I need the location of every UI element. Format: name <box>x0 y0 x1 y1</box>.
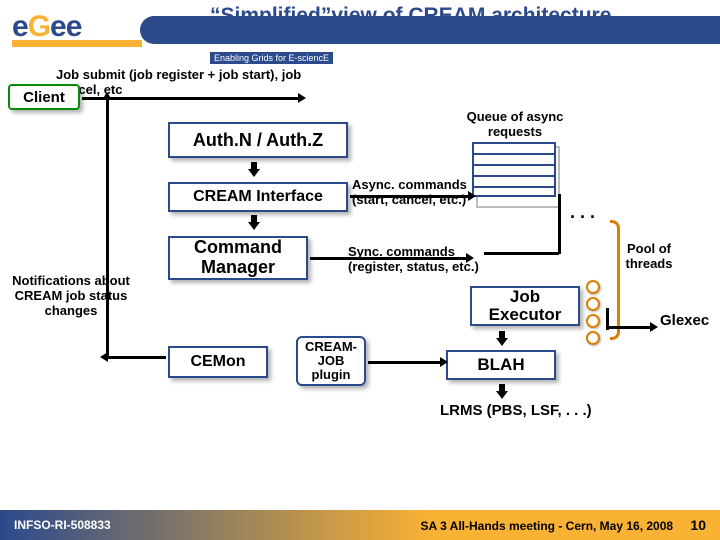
connector-line <box>106 356 166 359</box>
lrms-label: LRMS (PBS, LSF, . . .) <box>440 402 592 419</box>
slide-title: “Simplified”view of CREAM architecture <box>210 4 611 28</box>
thread-icon <box>586 331 600 345</box>
notifications-label: Notifications about CREAM job status cha… <box>6 274 136 319</box>
connector-line <box>106 98 109 358</box>
authn-box: Auth.N / Auth.Z <box>168 122 348 158</box>
pool-label: Pool of threads <box>614 242 684 272</box>
thread-icon <box>586 280 600 294</box>
down-arrow-icon <box>248 162 260 178</box>
blah-box: BLAH <box>446 350 556 380</box>
cream-job-plugin-box: CREAM-JOB plugin <box>296 336 366 386</box>
logo-letter-e1: e <box>12 10 28 43</box>
queue-graphic <box>472 142 556 204</box>
arrowhead-icon <box>468 191 476 201</box>
thread-pool-graphic <box>586 280 600 345</box>
architecture-diagram: Job submit (job register + job start), j… <box>0 70 720 490</box>
job-executor-box: Job Executor <box>470 286 580 326</box>
logo-letter-e2: e <box>50 10 66 43</box>
arrowhead-icon <box>466 253 474 263</box>
slide-subtitle: Enabling Grids for E-sciencE <box>210 52 333 64</box>
arrowhead-icon <box>440 357 448 367</box>
queue-label: Queue of async requests <box>460 110 570 140</box>
command-manager-box: Command Manager <box>168 236 308 280</box>
arrowhead-icon <box>100 352 108 362</box>
footer-meeting-info: SA 3 All-Hands meeting - Cern, May 16, 2… <box>421 517 706 533</box>
egee-logo: eGee <box>12 10 162 65</box>
connector-line <box>310 257 468 260</box>
footer-project-id: INFSO-RI-508833 <box>14 518 111 532</box>
arrowhead-icon <box>298 93 306 103</box>
arrowhead-icon <box>650 322 658 332</box>
footer-meeting-text: SA 3 All-Hands meeting - Cern, May 16, 2… <box>421 519 674 533</box>
footer-page-number: 10 <box>690 517 706 533</box>
connector-line <box>484 252 559 255</box>
arrowhead-icon <box>102 92 112 100</box>
client-box: Client <box>8 84 80 110</box>
pool-bracket <box>610 220 620 340</box>
connector-line <box>558 194 561 254</box>
slide-header: eGee “Simplified”view of CREAM architect… <box>0 0 720 70</box>
down-arrow-icon <box>248 215 260 231</box>
connector-line <box>82 97 302 100</box>
ellipsis-label: . . . <box>570 202 595 223</box>
cream-interface-box: CREAM Interface <box>168 182 348 212</box>
thread-icon <box>586 297 600 311</box>
down-arrow-icon <box>496 331 508 347</box>
glexec-label: Glexec <box>660 312 709 329</box>
logo-letter-g: G <box>28 10 50 43</box>
connector-line <box>606 326 654 329</box>
logo-letter-e3: e <box>66 10 82 43</box>
down-arrow-icon <box>496 384 508 400</box>
job-submit-label: Job submit (job register + job start), j… <box>56 68 316 98</box>
cemon-box: CEMon <box>168 346 268 378</box>
thread-icon <box>586 314 600 328</box>
connector-line <box>350 195 470 198</box>
async-commands-label: Async. commands (start, cancel, etc.) <box>352 178 482 208</box>
connector-line <box>368 361 444 364</box>
slide-footer: INFSO-RI-508833 SA 3 All-Hands meeting -… <box>0 510 720 540</box>
